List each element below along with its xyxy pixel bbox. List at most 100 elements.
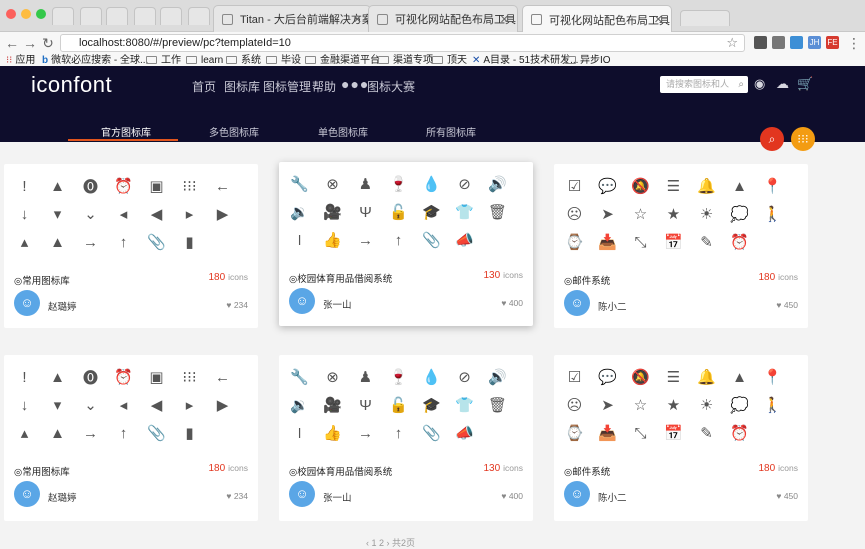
nav-icon-library[interactable]: 图标库 <box>224 78 260 95</box>
nav-home[interactable]: 首页 <box>192 78 216 95</box>
forward-arrow-icon[interactable]: → <box>22 34 38 52</box>
cart-icon[interactable]: 🛒 <box>797 76 813 92</box>
preview-icon: Ψ <box>359 203 372 221</box>
nav-help[interactable]: 帮助 <box>312 78 336 95</box>
subnav-multicolor[interactable]: 多色图标库 <box>209 124 259 139</box>
grid-icon: ⁝⁝⁝ <box>797 132 809 146</box>
icon-library-card[interactable]: ! ▲ ⓿ ⏰ ▣ ⁝⁝⁝ ← ↓ ▾ ⌄ ◂ ◀ ▸ ▶ ▴ ▲ → ↑ 📎 ▮ ◎常用图标库 180 icons ☺ 赵璐婷… <box>4 164 258 328</box>
upload-cloud-icon[interactable]: ☁ <box>776 76 789 92</box>
icon-library-card[interactable]: ! ▲ ⓿ ⏰ ▣ ⁝⁝⁝ ← ↓ ▾ ⌄ ◂ ◀ ▸ ▶ ▴ ▲ → ↑ 📎 ▮ ◎常用图标库 180 icons ☺ 赵璐婷… <box>4 355 258 521</box>
url-input[interactable]: localhost:8080/#/preview/pc?templateId=1… <box>60 34 745 52</box>
icon-preview-grid: 🔧 ⊗ ♟ 🍷 💧 ⊘ 🔊 🔉 🎥 Ψ 🔓 🎓 👕 🗑 ⏽ 👍 → ↑ 📎 📣 <box>283 170 529 254</box>
preview-icon: 💬 <box>598 178 617 195</box>
author-avatar[interactable]: ☺ <box>14 290 40 316</box>
author-name[interactable]: 张一山 <box>323 490 352 504</box>
library-title[interactable]: ◎校园体育用品借阅系统 <box>289 271 392 285</box>
library-title[interactable]: ◎校园体育用品借阅系统 <box>289 464 392 478</box>
preview-icon: ▴ <box>20 234 29 251</box>
like-count[interactable]: ♥ 450 <box>776 491 798 501</box>
preview-icon: 👍 <box>323 425 342 442</box>
like-count[interactable]: ♥ 400 <box>501 491 523 501</box>
like-count[interactable]: ♥ 400 <box>501 298 523 308</box>
extension-icon[interactable] <box>790 36 803 49</box>
grid-fab-button[interactable]: ⁝⁝⁝ <box>791 127 815 151</box>
browser-tab-active[interactable]: 可视化网站配色布局工具 ✕ <box>522 5 672 33</box>
like-count[interactable]: ♥ 450 <box>776 300 798 310</box>
nav-icon-contest[interactable]: 图标大赛 <box>367 78 415 95</box>
preview-icon: ⏰ <box>114 178 133 195</box>
close-window-button[interactable] <box>6 9 16 19</box>
like-count[interactable]: ♥ 234 <box>226 300 248 310</box>
new-tab-button[interactable] <box>680 10 730 26</box>
preview-icon: ⏰ <box>730 234 749 251</box>
back-arrow-icon[interactable]: ← <box>4 34 20 52</box>
pinned-tab[interactable] <box>80 7 102 25</box>
author-avatar[interactable]: ☺ <box>564 290 590 316</box>
icon-preview-grid: ☑ 💬 🔕 ☰ 🔔 ▲ 📍 ☹ ➤ ☆ ★ ☀ 💭 🚶 ⌚ 📥 ⤡ 📅 ✎ ⏰ <box>558 363 804 447</box>
menu-kebab-icon[interactable]: ⋮ <box>846 34 862 52</box>
search-icon: ⌕ <box>768 132 776 146</box>
author-name[interactable]: 赵璐婷 <box>48 490 77 504</box>
x-logo-icon: ✕ <box>472 55 481 66</box>
bookmark-star-icon[interactable]: ☆ <box>726 35 738 51</box>
author-avatar[interactable]: ☺ <box>289 288 315 314</box>
icon-search-input[interactable]: 请搜索图标和人 ⌕ <box>660 76 748 93</box>
library-title[interactable]: ◎邮件系统 <box>564 464 610 478</box>
subnav-monochrome[interactable]: 单色图标库 <box>318 124 368 139</box>
preview-icon: ☆ <box>633 206 648 223</box>
reload-icon[interactable]: ↻ <box>40 34 56 52</box>
library-title[interactable]: ◎常用图标库 <box>14 273 70 287</box>
extension-jh-icon[interactable]: JH <box>808 36 821 49</box>
like-count[interactable]: ♥ 234 <box>226 491 248 501</box>
preview-icon: → <box>358 424 373 442</box>
folder-icon <box>226 56 237 64</box>
author-avatar[interactable]: ☺ <box>14 481 40 507</box>
github-icon[interactable]: ◉ <box>754 76 765 92</box>
minimize-window-button[interactable] <box>21 9 31 19</box>
preview-icon: ⊗ <box>326 369 339 386</box>
icon-library-card[interactable]: 🔧 ⊗ ♟ 🍷 💧 ⊘ 🔊 🔉 🎥 Ψ 🔓 🎓 👕 🗑 ⏽ 👍 → ↑ 📎 📣 ◎校园体育用品借阅系统 130 icons ☺… <box>279 162 533 326</box>
browser-tab[interactable]: 可视化网站配色布局工具 ✕ <box>368 5 518 32</box>
preview-icon: ▾ <box>53 397 62 414</box>
library-title[interactable]: ◎邮件系统 <box>564 273 610 287</box>
author-name[interactable]: 张一山 <box>323 297 352 311</box>
pinned-tab[interactable] <box>106 7 128 25</box>
nav-more-icon[interactable]: ●●● <box>341 76 369 92</box>
browser-tab[interactable]: Titan - 大后台前端解决方案 ✕ <box>213 5 373 32</box>
active-tab-underline <box>68 139 178 141</box>
iconfont-logo[interactable]: iconfont <box>31 72 112 98</box>
extension-fe-icon[interactable]: FE <box>826 36 839 49</box>
pinned-tab[interactable] <box>134 7 156 25</box>
nav-icon-management[interactable]: 图标管理 <box>263 78 311 95</box>
icon-library-card[interactable]: ☑ 💬 🔕 ☰ 🔔 ▲ 📍 ☹ ➤ ☆ ★ ☀ 💭 🚶 ⌚ 📥 ⤡ 📅 ✎ ⏰ ◎邮件系统 180 icons ☺ 陈小二 ♥ 4… <box>554 355 808 521</box>
author-name[interactable]: 陈小二 <box>598 299 627 313</box>
author-avatar[interactable]: ☺ <box>564 481 590 507</box>
preview-icon: ▣ <box>149 178 164 195</box>
subnav-all[interactable]: 所有图标库 <box>426 124 476 139</box>
author-name[interactable]: 赵璐婷 <box>48 299 77 313</box>
pinned-tab[interactable] <box>188 7 210 25</box>
author-avatar[interactable]: ☺ <box>289 481 315 507</box>
pagination[interactable]: ‹ 1 2 › 共2页 <box>366 536 415 549</box>
icon-count-value: 180 <box>208 463 226 474</box>
extension-icon[interactable] <box>772 36 785 49</box>
maximize-window-button[interactable] <box>36 9 46 19</box>
address-bar-row: ← → ↻ localhost:8080/#/preview/pc?templa… <box>0 32 865 54</box>
author-name[interactable]: 陈小二 <box>598 490 627 504</box>
extension-icon[interactable] <box>754 36 767 49</box>
folder-icon <box>432 56 443 64</box>
tab-close-icon[interactable]: ✕ <box>500 13 509 26</box>
icon-library-card[interactable]: 🔧 ⊗ ♟ 🍷 💧 ⊘ 🔊 🔉 🎥 Ψ 🔓 🎓 👕 🗑 ⏽ 👍 → ↑ 📎 📣 ◎校园体育用品借阅系统 130 icons ☺… <box>279 355 533 521</box>
library-title[interactable]: ◎常用图标库 <box>14 464 70 478</box>
tab-close-icon[interactable]: ✕ <box>654 13 663 26</box>
search-icon[interactable]: ⌕ <box>738 76 744 93</box>
pinned-tab[interactable] <box>160 7 182 25</box>
preview-icon: 🎓 <box>422 204 441 221</box>
icon-count: 180 icons <box>208 272 248 283</box>
tab-close-icon[interactable]: ✕ <box>353 13 362 26</box>
search-fab-button[interactable]: ⌕ <box>760 127 784 151</box>
icon-library-card[interactable]: ☑ 💬 🔕 ☰ 🔔 ▲ 📍 ☹ ➤ ☆ ★ ☀ 💭 🚶 ⌚ 📥 ⤡ 📅 ✎ ⏰ ◎邮件系统 180 icons ☺ 陈小二 ♥ 4… <box>554 164 808 328</box>
preview-icon: 🔓 <box>389 204 408 221</box>
pinned-tab[interactable] <box>52 7 74 25</box>
subnav-official[interactable]: 官方图标库 <box>101 124 151 139</box>
